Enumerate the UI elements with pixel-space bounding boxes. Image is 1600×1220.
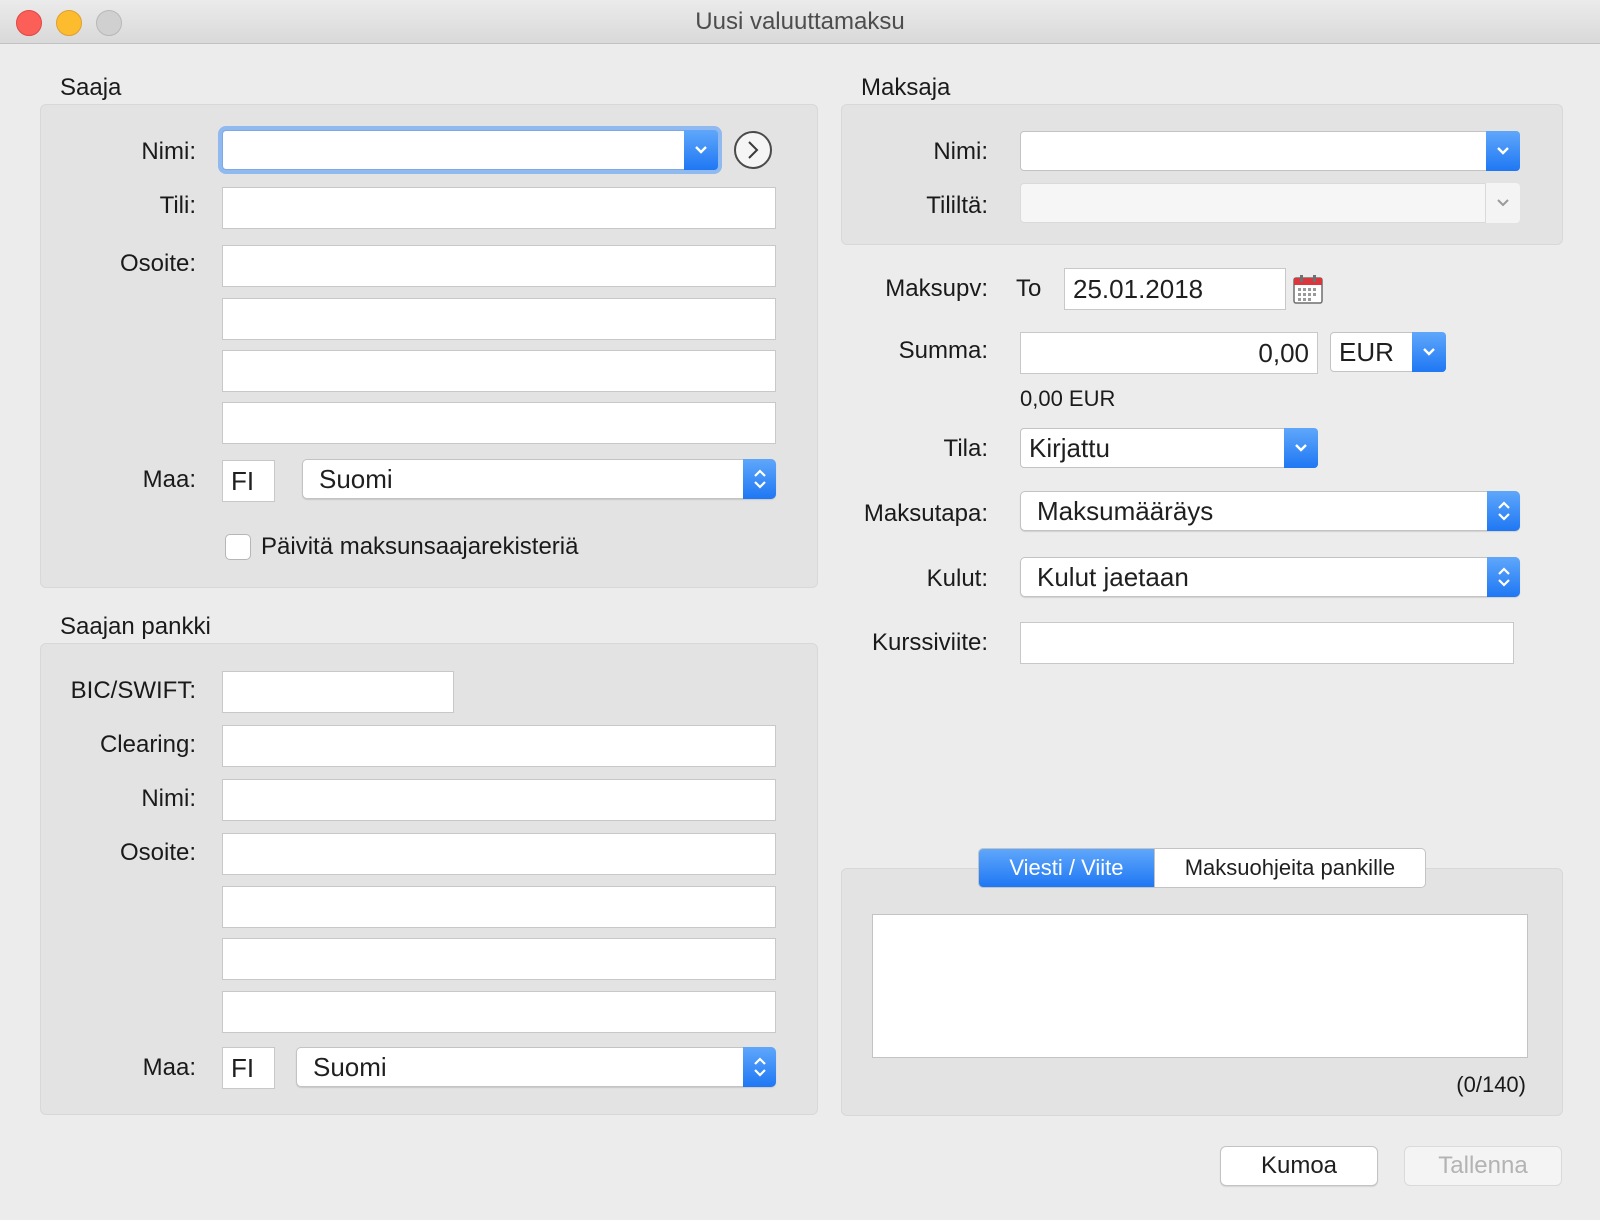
payee-name-dropdown-button[interactable] (684, 130, 718, 170)
payee-name-label: Nimi: (141, 138, 196, 165)
clearing-input[interactable] (222, 725, 776, 767)
up-down-chevron-icon (753, 469, 766, 489)
chevron-down-icon (1295, 444, 1307, 452)
bank-address-line-3[interactable] (222, 938, 776, 980)
payee-bank-section-title: Saajan pankki (60, 613, 211, 640)
payee-address-line-1[interactable] (222, 245, 776, 287)
status-dropdown-button[interactable] (1284, 428, 1318, 468)
payer-name-combo[interactable] (1020, 131, 1520, 171)
payer-box (841, 104, 1563, 245)
bank-name-label: Nimi: (141, 785, 196, 812)
payee-lookup-button[interactable] (734, 131, 772, 169)
currency-combo[interactable]: EUR (1330, 332, 1446, 372)
payee-address-line-2[interactable] (222, 298, 776, 340)
clearing-label: Clearing: (99, 731, 196, 758)
rate-reference-input[interactable] (1020, 622, 1514, 664)
payment-method-stepper[interactable] (1487, 491, 1520, 531)
chevron-down-icon (1423, 348, 1435, 356)
bank-country-label: Maa: (142, 1054, 196, 1081)
payment-date-input[interactable]: 25.01.2018 (1064, 268, 1286, 310)
amount-input[interactable]: 0,00 (1020, 332, 1318, 374)
payee-account-label: Tili: (159, 192, 196, 219)
payee-country-stepper[interactable] (743, 459, 776, 499)
bank-address-line-2[interactable] (222, 886, 776, 928)
payer-section-title: Maksaja (861, 74, 951, 101)
bank-address-label: Osoite: (119, 839, 196, 866)
bank-country-code-input[interactable]: FI (222, 1047, 275, 1089)
window-title: Uusi valuuttamaksu (695, 8, 905, 35)
costs-stepper[interactable] (1487, 557, 1520, 597)
status-label: Tila: (943, 435, 988, 462)
bank-address-line-1[interactable] (222, 833, 776, 875)
payment-method-label: Maksutapa: (863, 500, 988, 527)
payee-box (40, 104, 818, 588)
payment-method-value: Maksumääräys (1037, 495, 1214, 526)
amount-label: Summa: (898, 337, 988, 364)
costs-label: Kulut: (926, 565, 988, 592)
message-textarea[interactable] (872, 914, 1528, 1058)
payer-name-dropdown-button[interactable] (1486, 131, 1520, 171)
payee-name-combo[interactable] (222, 130, 718, 170)
currency-value: EUR (1339, 336, 1394, 367)
costs-value: Kulut jaetaan (1037, 561, 1189, 592)
cancel-button[interactable]: Kumoa (1220, 1146, 1378, 1186)
bank-country-value: Suomi (313, 1051, 387, 1082)
chevron-down-icon (1497, 199, 1509, 207)
calendar-icon[interactable] (1292, 273, 1324, 305)
update-register-checkbox[interactable] (225, 534, 251, 560)
bank-name-input[interactable] (222, 779, 776, 821)
payee-account-input[interactable] (222, 187, 776, 229)
payee-address-line-4[interactable] (222, 402, 776, 444)
costs-popup[interactable]: Kulut jaetaan (1020, 557, 1520, 597)
amount-summary: 0,00 EUR (1020, 386, 1116, 411)
payee-section-title: Saaja (60, 74, 122, 101)
payer-name-label: Nimi: (933, 138, 988, 165)
payment-dialog: Uusi valuuttamaksu Saaja Nimi: Tili: Oso… (0, 0, 1600, 1220)
payment-date-label: Maksupv: (885, 275, 988, 302)
rate-reference-label: Kurssiviite: (871, 629, 988, 656)
tab-bank-instructions[interactable]: Maksuohjeita pankille (1153, 849, 1425, 887)
payee-country-popup[interactable]: Suomi (302, 459, 776, 499)
bank-country-stepper[interactable] (743, 1047, 776, 1087)
payer-account-combo[interactable] (1020, 183, 1520, 223)
payment-weekday: To (1016, 275, 1042, 302)
chevron-down-icon (695, 146, 707, 154)
payee-country-value: Suomi (319, 463, 393, 494)
title-bar: Uusi valuuttamaksu (0, 0, 1600, 44)
payer-account-dropdown-button[interactable] (1485, 183, 1520, 223)
update-register-label: Päivitä maksunsaajarekisteriä (261, 533, 579, 560)
bank-address-line-4[interactable] (222, 991, 776, 1033)
message-char-count: (0/140) (1456, 1072, 1526, 1097)
up-down-chevron-icon (1497, 501, 1510, 521)
chevron-right-icon (748, 141, 759, 159)
bic-label: BIC/SWIFT: (70, 677, 196, 704)
payer-account-label: Tililtä: (926, 192, 988, 219)
bic-input[interactable] (222, 671, 454, 713)
save-button[interactable]: Tallenna (1404, 1146, 1562, 1186)
tab-message-reference[interactable]: Viesti / Viite (979, 849, 1154, 887)
payee-country-label: Maa: (142, 466, 196, 493)
message-tabs: Viesti / Viite Maksuohjeita pankille (978, 848, 1426, 888)
payee-address-line-3[interactable] (222, 350, 776, 392)
chevron-down-icon (1497, 147, 1509, 155)
payee-address-label: Osoite: (119, 250, 196, 277)
currency-dropdown-button[interactable] (1412, 332, 1446, 372)
payee-bank-box (40, 643, 818, 1115)
status-value: Kirjattu (1029, 432, 1110, 463)
bank-country-popup[interactable]: Suomi (296, 1047, 776, 1087)
payment-method-popup[interactable]: Maksumääräys (1020, 491, 1520, 531)
up-down-chevron-icon (1497, 567, 1510, 587)
payee-country-code-input[interactable]: FI (222, 460, 275, 502)
up-down-chevron-icon (753, 1057, 766, 1077)
status-combo[interactable]: Kirjattu (1020, 428, 1318, 468)
